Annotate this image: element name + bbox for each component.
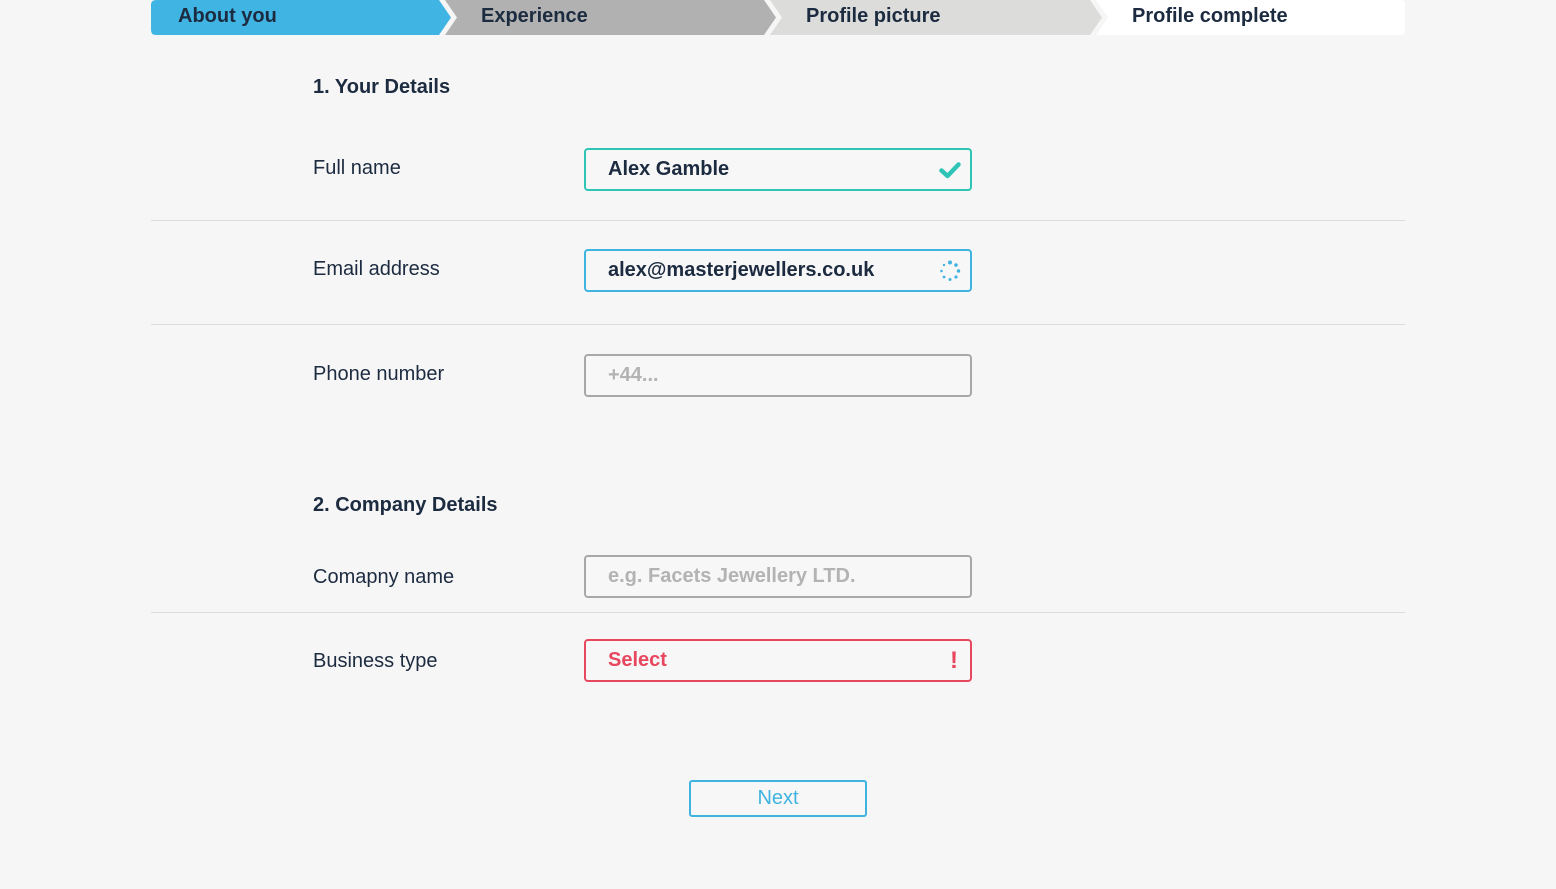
email-field — [584, 249, 972, 292]
step-about-you[interactable]: About you — [178, 0, 277, 32]
phone-input[interactable] — [608, 356, 918, 395]
divider — [151, 612, 1405, 613]
full-name-input[interactable] — [608, 150, 918, 189]
company-details-heading: 2. Company Details — [313, 494, 498, 516]
signup-form-page: About you Experience Profile picture Pro… — [0, 0, 1556, 889]
business-type-label: Business type — [313, 650, 438, 672]
email-input[interactable] — [608, 251, 918, 290]
divider — [151, 324, 1405, 325]
next-button[interactable]: Next — [689, 780, 867, 817]
check-icon — [939, 162, 961, 179]
your-details-heading: 1. Your Details — [313, 76, 451, 98]
business-type-value[interactable]: Select — [608, 641, 667, 680]
phone-field — [584, 354, 972, 397]
spinner-icon — [940, 260, 961, 281]
email-label: Email address — [313, 258, 440, 280]
divider — [151, 220, 1405, 221]
error-icon: ! — [950, 647, 958, 674]
full-name-field — [584, 148, 972, 191]
full-name-label: Full name — [313, 157, 401, 179]
step-profile-picture[interactable]: Profile picture — [806, 0, 940, 32]
step-profile-complete[interactable]: Profile complete — [1132, 0, 1288, 32]
progress-stepper: About you Experience Profile picture Pro… — [151, 0, 1405, 35]
company-name-input[interactable] — [608, 557, 918, 596]
business-type-select[interactable]: Select ! — [584, 639, 972, 682]
company-name-label: Comapny name — [313, 566, 455, 588]
phone-label: Phone number — [313, 363, 445, 385]
step-experience[interactable]: Experience — [481, 0, 588, 32]
company-name-field — [584, 555, 972, 598]
